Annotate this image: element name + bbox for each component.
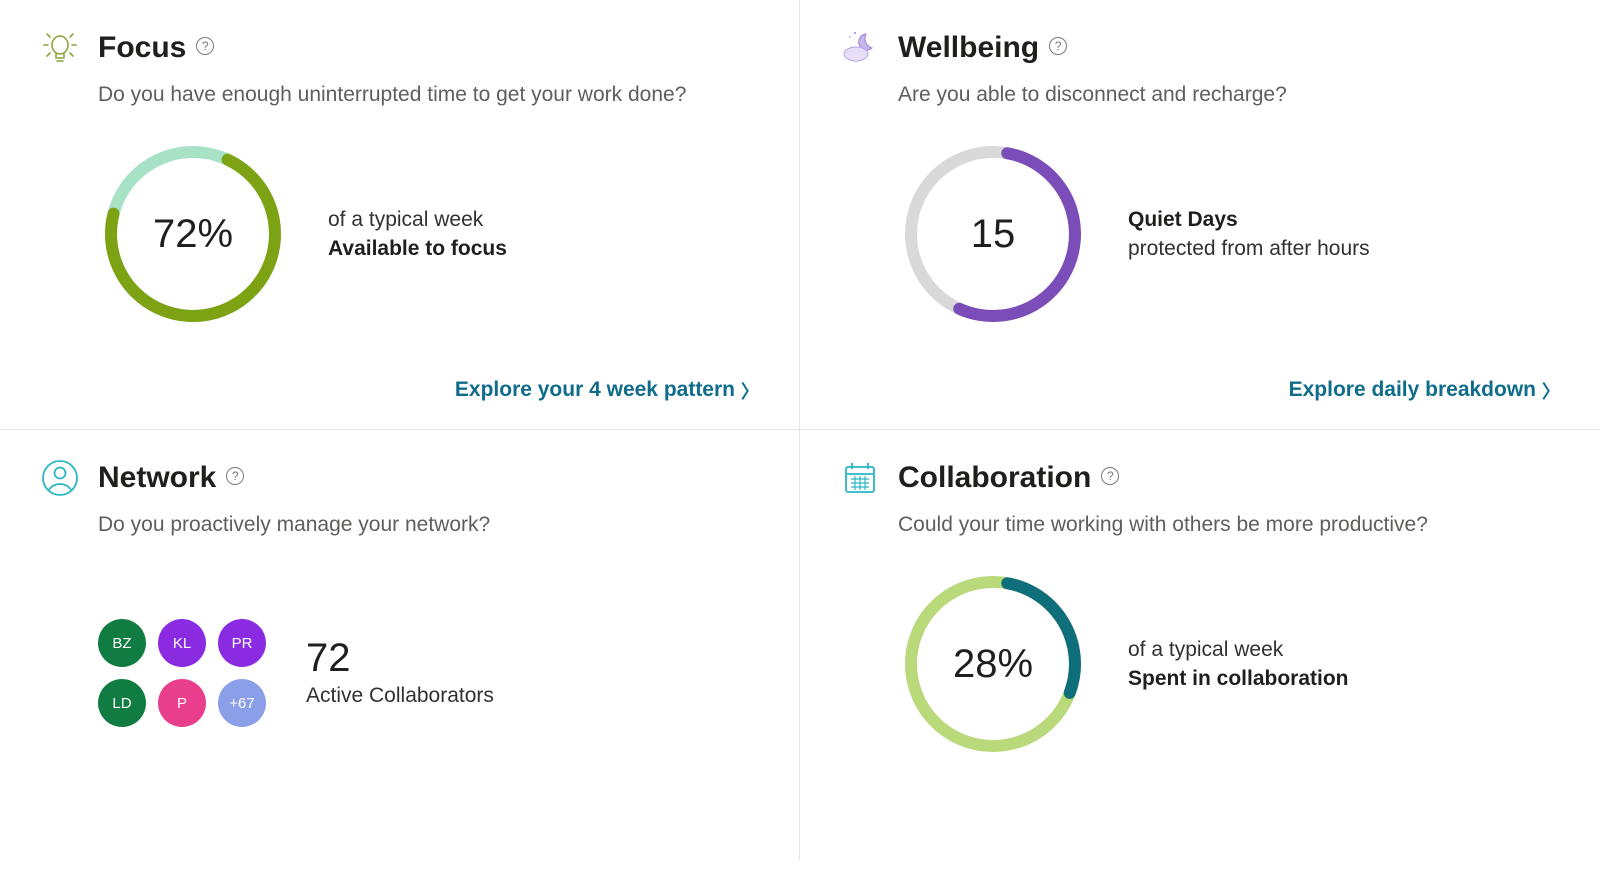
focus-header: Focus ? xyxy=(40,28,759,68)
help-icon[interactable]: ? xyxy=(226,467,244,485)
network-label: Active Collaborators xyxy=(306,684,494,708)
collab-value: 28% xyxy=(898,569,1088,759)
avatar[interactable]: PR xyxy=(218,619,266,667)
calendar-icon xyxy=(840,458,880,498)
focus-donut: 72% xyxy=(98,139,288,329)
wellbeing-explore-text: Explore daily breakdown xyxy=(1289,378,1536,402)
collab-line2: Spent in collaboration xyxy=(1128,664,1349,693)
focus-explore-link[interactable]: Explore your 4 week pattern 〉 xyxy=(455,377,759,403)
collab-header: Collaboration ? xyxy=(840,458,1560,498)
focus-card: Focus ? Do you have enough uninterrupted… xyxy=(0,0,800,430)
avatar-grid: BZKLPR LDP+67 xyxy=(98,619,266,727)
wellbeing-header: Wellbeing ? xyxy=(840,28,1560,68)
wellbeing-explore-link[interactable]: Explore daily breakdown 〉 xyxy=(1289,377,1560,403)
network-subtitle: Do you proactively manage your network? xyxy=(98,510,759,539)
focus-line2: Available to focus xyxy=(328,234,507,263)
help-icon[interactable]: ? xyxy=(196,37,214,55)
avatar[interactable]: LD xyxy=(98,679,146,727)
wellbeing-donut: 15 xyxy=(898,139,1088,329)
collab-title: Collaboration xyxy=(898,461,1091,495)
network-count: 72 xyxy=(306,638,494,678)
avatar[interactable]: BZ xyxy=(98,619,146,667)
wellbeing-card: Wellbeing ? Are you able to disconnect a… xyxy=(800,0,1600,430)
collab-line1: of a typical week xyxy=(1128,635,1349,664)
focus-explore-text: Explore your 4 week pattern xyxy=(455,378,735,402)
collab-metric-text: of a typical week Spent in collaboration xyxy=(1128,635,1349,694)
focus-metric: 72% of a typical week Available to focus xyxy=(98,139,759,329)
avatar[interactable]: KL xyxy=(158,619,206,667)
collab-metric: 28% of a typical week Spent in collabora… xyxy=(898,569,1560,759)
person-circle-icon xyxy=(40,458,80,498)
chevron-right-icon: 〉 xyxy=(741,378,759,404)
wellbeing-line2: protected from after hours xyxy=(1128,234,1370,263)
focus-title: Focus xyxy=(98,31,186,65)
collab-subtitle: Could your time working with others be m… xyxy=(898,510,1560,539)
collab-donut: 28% xyxy=(898,569,1088,759)
lightbulb-icon xyxy=(40,28,80,68)
focus-value: 72% xyxy=(98,139,288,329)
network-title: Network xyxy=(98,461,216,495)
focus-subtitle: Do you have enough uninterrupted time to… xyxy=(98,80,759,109)
network-card: Network ? Do you proactively manage your… xyxy=(0,430,800,860)
network-header: Network ? xyxy=(40,458,759,498)
wellbeing-metric-text: Quiet Days protected from after hours xyxy=(1128,205,1370,264)
network-metric: BZKLPR LDP+67 72 Active Collaborators xyxy=(98,619,759,727)
wellbeing-subtitle: Are you able to disconnect and recharge? xyxy=(898,80,1560,109)
avatar[interactable]: +67 xyxy=(218,679,266,727)
wellbeing-value: 15 xyxy=(898,139,1088,329)
focus-metric-text: of a typical week Available to focus xyxy=(328,205,507,264)
avatar[interactable]: P xyxy=(158,679,206,727)
chevron-right-icon: 〉 xyxy=(1542,378,1560,404)
help-icon[interactable]: ? xyxy=(1101,467,1119,485)
network-count-block: 72 Active Collaborators xyxy=(306,638,494,708)
wellbeing-line1: Quiet Days xyxy=(1128,205,1370,234)
collaboration-card: Collaboration ? Could your time working … xyxy=(800,430,1600,860)
wellbeing-metric: 15 Quiet Days protected from after hours xyxy=(898,139,1560,329)
focus-line1: of a typical week xyxy=(328,205,507,234)
wellbeing-title: Wellbeing xyxy=(898,31,1039,65)
help-icon[interactable]: ? xyxy=(1049,37,1067,55)
moon-cloud-icon xyxy=(840,28,880,68)
dashboard-grid: Focus ? Do you have enough uninterrupted… xyxy=(0,0,1600,870)
